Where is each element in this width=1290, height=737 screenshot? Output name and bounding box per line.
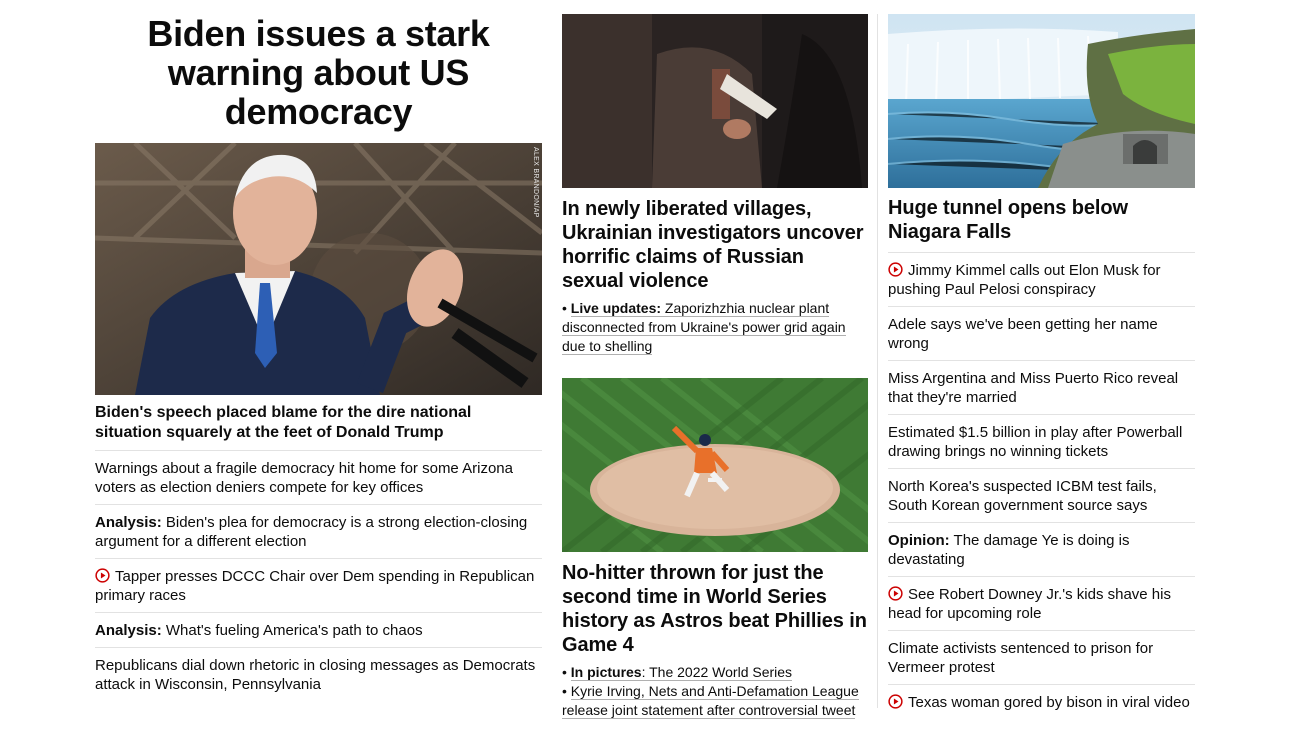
right-list-item[interactable]: Jimmy Kimmel calls out Elon Musk for pus…: [888, 253, 1195, 307]
kyrie-irving-text: Kyrie Irving, Nets and Anti-Defamation L…: [562, 683, 859, 719]
photo-credit: ALEX BRANDON/AP: [532, 147, 539, 218]
right-list-item[interactable]: Climate activists sentenced to prison fo…: [888, 631, 1195, 685]
right-list-item[interactable]: See Robert Downey Jr.'s kids shave his h…: [888, 577, 1195, 631]
ukraine-story-title[interactable]: In newly liberated villages, Ukrainian i…: [562, 197, 868, 293]
video-play-icon: [888, 262, 903, 277]
list-item-text: Estimated $1.5 billion in play after Pow…: [888, 424, 1183, 460]
right-list-item[interactable]: Opinion: The damage Ye is doing is devas…: [888, 523, 1195, 577]
bullet: •: [562, 683, 567, 699]
list-item-text: Adele says we've been getting her name w…: [888, 316, 1158, 352]
right-list-item[interactable]: Adele says we've been getting her name w…: [888, 307, 1195, 361]
baseball-pitcher-image: [562, 378, 868, 552]
lead-photo[interactable]: ALEX BRANDON/AP: [95, 143, 542, 395]
bullet: •: [562, 664, 567, 680]
lead-list-item[interactable]: Tapper presses DCCC Chair over Dem spend…: [95, 559, 542, 613]
list-item-text: Warnings about a fragile democracy hit h…: [95, 460, 513, 496]
world-series-story: No-hitter thrown for just the second tim…: [562, 378, 868, 720]
list-item-text: Miss Argentina and Miss Puerto Rico reve…: [888, 370, 1179, 406]
list-item-text: Texas woman gored by bison in viral vide…: [908, 694, 1190, 711]
lead-list-item[interactable]: Analysis: Biden's plea for democracy is …: [95, 505, 542, 559]
world-series-title[interactable]: No-hitter thrown for just the second tim…: [562, 561, 868, 657]
world-series-photo[interactable]: [562, 378, 868, 552]
kyrie-irving-link[interactable]: • Kyrie Irving, Nets and Anti-Defamation…: [562, 682, 868, 720]
in-pictures-text: : The 2022 World Series: [641, 664, 793, 680]
biden-photo-image: [95, 143, 542, 395]
lead-list-item[interactable]: Analysis: What's fueling America's path …: [95, 613, 542, 648]
list-item-text: North Korea's suspected ICBM test fails,…: [888, 478, 1157, 514]
lead-list-item[interactable]: Warnings about a fragile democracy hit h…: [95, 451, 542, 505]
bullet: •: [562, 300, 567, 316]
list-item-prefix: Analysis:: [95, 622, 162, 639]
live-updates-link[interactable]: • Live updates: Zaporizhzhia nuclear pla…: [562, 299, 868, 356]
right-list-item[interactable]: Miss Argentina and Miss Puerto Rico reve…: [888, 361, 1195, 415]
in-pictures-prefix: In pictures: [570, 664, 642, 680]
list-item-text: Tapper presses DCCC Chair over Dem spend…: [95, 568, 535, 604]
lead-story-column: Biden issues a stark warning about US de…: [95, 14, 542, 701]
list-item-text: See Robert Downey Jr.'s kids shave his h…: [888, 586, 1171, 622]
column-divider: [877, 14, 878, 708]
list-item-text: What's fueling America's path to chaos: [161, 622, 423, 639]
list-item-prefix: Opinion:: [888, 532, 950, 549]
ukraine-story-photo[interactable]: [562, 14, 868, 188]
ukraine-photo-image: [562, 14, 868, 188]
right-list-item[interactable]: Estimated $1.5 billion in play after Pow…: [888, 415, 1195, 469]
lead-caption[interactable]: Biden's speech placed blame for the dire…: [95, 403, 542, 451]
video-play-icon: [888, 586, 903, 601]
right-column: Huge tunnel opens below Niagara Falls Ji…: [888, 14, 1195, 719]
list-item-prefix: Analysis:: [95, 514, 162, 531]
right-list-item[interactable]: Texas woman gored by bison in viral vide…: [888, 685, 1195, 719]
video-play-icon: [95, 568, 110, 583]
list-item-text: Jimmy Kimmel calls out Elon Musk for pus…: [888, 262, 1161, 298]
lead-list-item[interactable]: Republicans dial down rhetoric in closin…: [95, 648, 542, 701]
niagara-title[interactable]: Huge tunnel opens below Niagara Falls: [888, 196, 1195, 253]
right-list-item[interactable]: North Korea's suspected ICBM test fails,…: [888, 469, 1195, 523]
niagara-photo[interactable]: [888, 14, 1195, 188]
list-item-text: Republicans dial down rhetoric in closin…: [95, 657, 536, 693]
video-play-icon: [888, 694, 903, 709]
middle-column: In newly liberated villages, Ukrainian i…: [562, 14, 868, 720]
lead-headline[interactable]: Biden issues a stark warning about US de…: [95, 14, 542, 131]
in-pictures-link[interactable]: • In pictures: The 2022 World Series: [562, 663, 868, 682]
live-updates-prefix: Live updates:: [570, 300, 662, 316]
niagara-falls-image: [888, 14, 1195, 188]
list-item-text: Climate activists sentenced to prison fo…: [888, 640, 1154, 676]
